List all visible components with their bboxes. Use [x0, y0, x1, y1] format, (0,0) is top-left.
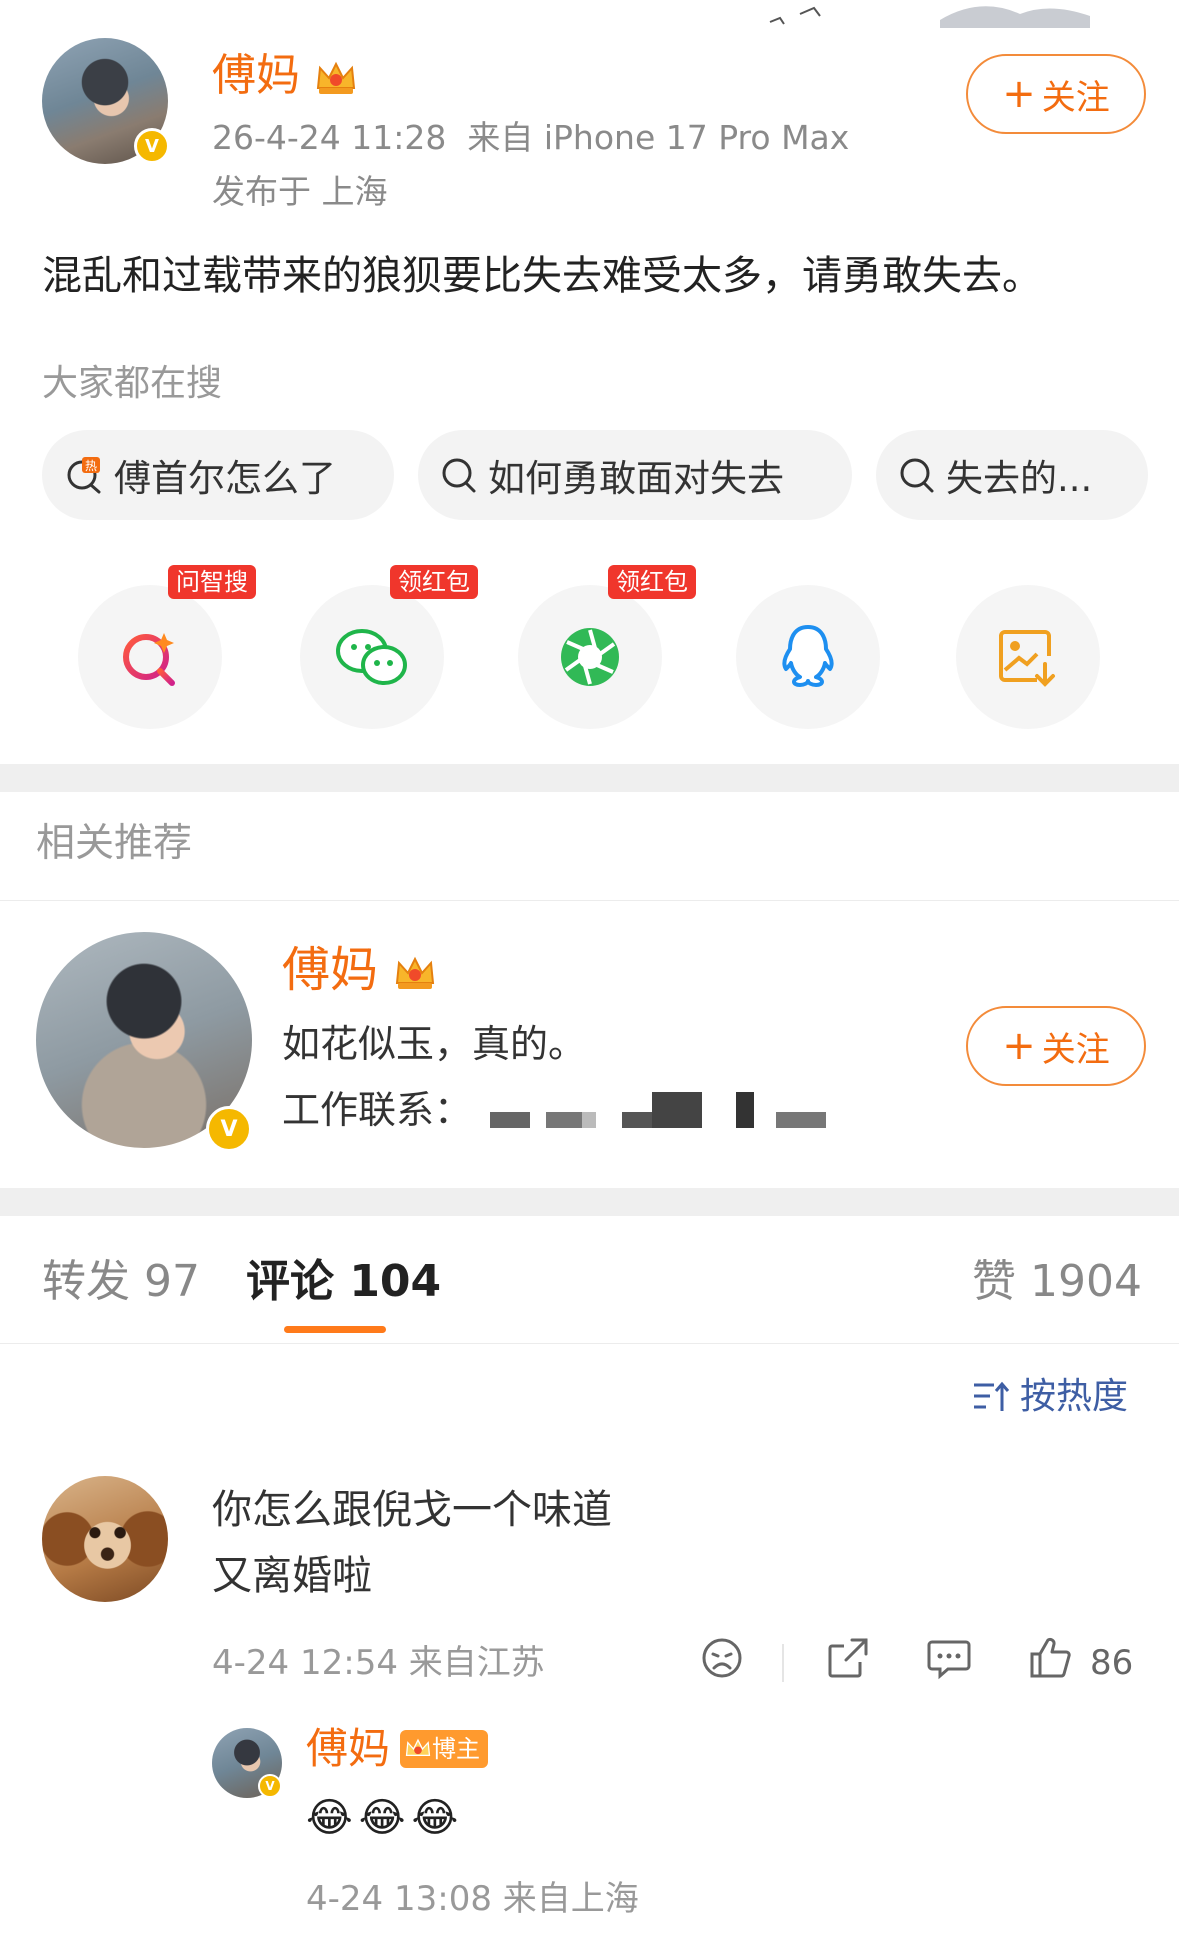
- post-timestamp: 26-4-24 11:28: [212, 118, 447, 157]
- share-save-image[interactable]: [956, 585, 1100, 729]
- follow-button[interactable]: + 关注: [966, 54, 1146, 134]
- crown-icon: [405, 1738, 431, 1756]
- related-user-name[interactable]: 傅妈: [282, 940, 437, 1000]
- plus-icon: +: [1002, 1023, 1036, 1069]
- reply-meta: 4-24 13:08 来自上海: [306, 1879, 639, 1919]
- svg-text:热: 热: [85, 459, 97, 473]
- share-tag: 领红包: [390, 565, 478, 599]
- share-tag: 问智搜: [168, 565, 256, 599]
- section-divider: [0, 1188, 1179, 1216]
- share-ai-search[interactable]: 问智搜: [78, 565, 256, 729]
- hot-search-chip[interactable]: 热 傅首尔怎么了: [42, 430, 394, 520]
- plus-icon: +: [1002, 71, 1036, 117]
- comment-icon[interactable]: [926, 1636, 972, 1680]
- search-icon: [442, 458, 476, 493]
- search-chip[interactable]: 失去的...: [876, 430, 1148, 520]
- divider: [0, 900, 1179, 901]
- sort-by-hot-button[interactable]: 按热度: [972, 1374, 1128, 1420]
- share-qq[interactable]: [736, 585, 880, 729]
- share-wechat[interactable]: 领红包: [300, 565, 478, 729]
- moments-icon: [561, 628, 619, 686]
- tab-repost[interactable]: 转发 97: [42, 1254, 200, 1310]
- hot-search-icon: 热: [67, 457, 101, 494]
- related-user-work-contact: 工作联系：: [282, 1088, 473, 1132]
- share-tag: 领红包: [608, 565, 696, 599]
- share-icon[interactable]: [826, 1636, 870, 1680]
- verified-badge-icon: V: [134, 128, 170, 164]
- wechat-icon: [336, 629, 407, 685]
- post-timestamp-source: 26-4-24 11:28 来自 iPhone 17 Pro Max: [212, 118, 849, 158]
- comment-text-line: 你怎么跟倪戈一个味道: [212, 1487, 612, 1533]
- section-divider: [0, 764, 1179, 792]
- like-count: 86: [1090, 1643, 1134, 1683]
- crown-icon: [396, 956, 435, 989]
- header-decoration: [769, 6, 1090, 28]
- save-image-icon: [999, 630, 1055, 687]
- blogger-badge: 博主: [400, 1730, 489, 1768]
- sort-icon: [974, 1381, 1010, 1411]
- ai-search-icon: [123, 633, 175, 686]
- divider: [0, 1343, 1179, 1344]
- like-icon[interactable]: [1028, 1636, 1072, 1680]
- tab-comment[interactable]: 评论 104: [246, 1254, 441, 1310]
- related-user-bio: 如花似玉，真的。: [282, 1022, 587, 1066]
- verified-badge-icon: V: [258, 1774, 282, 1798]
- redacted-contact: [490, 1092, 830, 1132]
- comment-meta: 4-24 12:54 来自江苏: [212, 1643, 545, 1683]
- qq-icon: [782, 625, 834, 687]
- tab-active-indicator: [284, 1326, 386, 1333]
- hot-search-title: 大家都在搜: [42, 363, 223, 404]
- post-text: 混乱和过载带来的狼狈要比失去难受太多，请勇敢失去。: [42, 253, 1042, 299]
- crown-icon: [316, 61, 356, 94]
- divider: [782, 1644, 784, 1682]
- commenter-avatar[interactable]: [42, 1476, 168, 1602]
- verified-badge-icon: V: [206, 1106, 252, 1152]
- search-chip[interactable]: 如何勇敢面对失去: [418, 430, 852, 520]
- comment-text-line: 又离婚啦: [212, 1553, 372, 1599]
- post-location: 发布于 上海: [212, 172, 388, 211]
- post-author-name[interactable]: 傅妈: [212, 48, 358, 104]
- related-follow-button[interactable]: + 关注: [966, 1006, 1146, 1086]
- dislike-face-icon[interactable]: [700, 1636, 744, 1680]
- reply-emoji: 😂😂😂: [306, 1795, 465, 1841]
- tab-like[interactable]: 赞 1904: [972, 1254, 1142, 1310]
- search-icon: [900, 458, 934, 493]
- post-source: 来自 iPhone 17 Pro Max: [467, 118, 850, 157]
- share-moments[interactable]: 领红包: [518, 565, 696, 729]
- related-title: 相关推荐: [36, 821, 193, 866]
- reply-author-name[interactable]: 傅妈 博主: [306, 1722, 489, 1776]
